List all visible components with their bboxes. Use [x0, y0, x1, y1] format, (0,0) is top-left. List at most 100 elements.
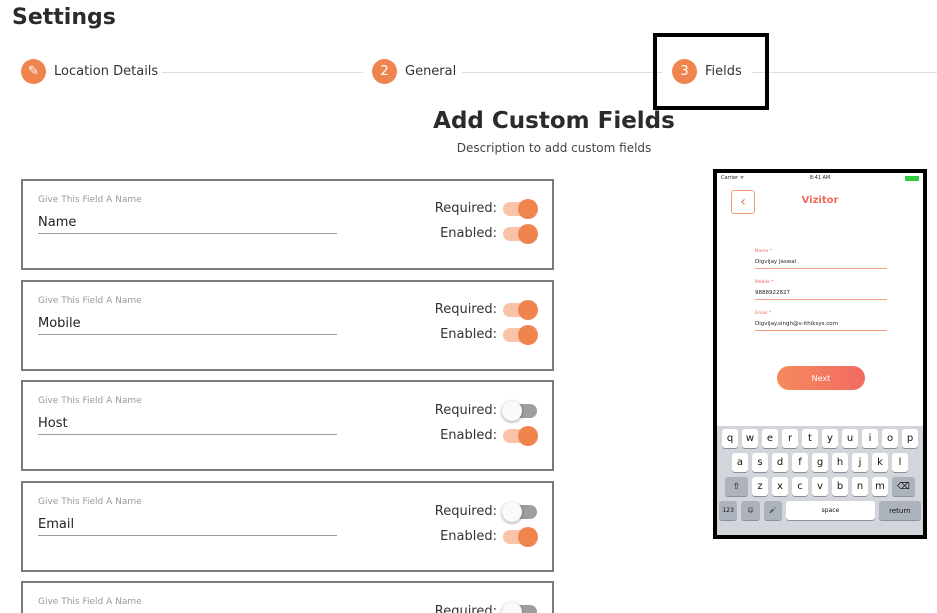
- keyboard-key: h: [832, 453, 848, 472]
- numbers-key: 123: [719, 501, 738, 520]
- keyboard-key: t: [802, 429, 818, 448]
- keyboard-key: v: [812, 477, 828, 496]
- enabled-toggle-row: Enabled:: [440, 324, 538, 345]
- field-name-input[interactable]: [38, 413, 337, 435]
- mobile-preview: Carrier ᯤ 8:41 AM ‹ Vizitor Name * Digvi…: [713, 169, 927, 539]
- custom-field-card: Give This Field A Name Required:: [21, 581, 554, 613]
- field-name-input[interactable]: [38, 313, 337, 335]
- field-name-input[interactable]: [38, 514, 337, 536]
- keyboard-key: y: [822, 429, 838, 448]
- keyboard-key: a: [732, 453, 748, 472]
- keyboard-key: q: [722, 429, 738, 448]
- step-label: Location Details: [54, 64, 159, 79]
- keyboard-key: k: [872, 453, 888, 472]
- keyboard-key: r: [782, 429, 798, 448]
- preview-field-value: Digvijay.singh@v-ithiksys.com: [755, 321, 887, 331]
- section-title: Add Custom Fields: [433, 108, 675, 134]
- required-toggle-row: Required:: [434, 501, 537, 522]
- keyboard-key: j: [852, 453, 868, 472]
- enabled-label: Enabled:: [440, 327, 497, 342]
- keyboard-row: a s d f g h j k l: [717, 453, 923, 472]
- step-number-badge: 2: [372, 59, 397, 84]
- required-label: Required:: [434, 403, 497, 418]
- keyboard-key: w: [742, 429, 758, 448]
- stepper-connector: [752, 72, 937, 73]
- field-name-caption: Give This Field A Name: [38, 597, 142, 607]
- keyboard-key: d: [772, 453, 788, 472]
- shift-icon: ⇧: [725, 477, 748, 496]
- required-toggle[interactable]: [502, 400, 537, 421]
- keyboard-key: u: [842, 429, 858, 448]
- preview-field: Name * Digvijay Jaswal: [755, 249, 887, 269]
- step-general[interactable]: 2 General: [372, 59, 456, 84]
- section-description: Description to add custom fields: [456, 141, 652, 155]
- pencil-icon: ✎: [21, 59, 46, 84]
- required-toggle-row: Required:: [434, 400, 537, 421]
- keyboard-key: f: [792, 453, 808, 472]
- keyboard-key: o: [882, 429, 898, 448]
- custom-field-card: Give This Field A Name Required: Enabled…: [21, 481, 554, 572]
- preview-field-value: Digvijay Jaswal: [755, 259, 887, 269]
- enabled-label: Enabled:: [440, 428, 497, 443]
- keyboard-key: i: [862, 429, 878, 448]
- field-name-input[interactable]: [38, 212, 337, 234]
- step-location-details[interactable]: ✎ Location Details: [21, 59, 158, 84]
- emoji-icon: ☺: [741, 501, 760, 520]
- stepper-connector: [462, 72, 662, 73]
- space-key: space: [786, 501, 875, 520]
- keyboard-key: s: [752, 453, 768, 472]
- custom-field-card: Give This Field A Name Required: Enabled…: [21, 380, 554, 471]
- keyboard-key: g: [812, 453, 828, 472]
- clock-label: 8:41 AM: [809, 175, 831, 181]
- preview-field-label: Email *: [755, 311, 772, 316]
- preview-next-button: Next: [777, 366, 865, 390]
- keyboard-key: c: [792, 477, 808, 496]
- page-title: Settings: [12, 5, 116, 30]
- keyboard-key: n: [852, 477, 868, 496]
- keyboard-key: x: [772, 477, 788, 496]
- battery-icon: [905, 176, 919, 181]
- keyboard-key: l: [892, 453, 908, 472]
- preview-field: Mobile * 9888922827: [755, 280, 887, 300]
- required-label: Required:: [434, 604, 497, 613]
- keyboard-row: ⇧ z x c v b n m ⌫: [717, 477, 923, 496]
- preview-field-label: Name *: [755, 249, 772, 254]
- custom-field-card: Give This Field A Name Required: Enabled…: [21, 179, 554, 270]
- field-name-caption: Give This Field A Name: [38, 195, 142, 205]
- step-label: General: [405, 64, 457, 79]
- stepper-connector: [162, 72, 363, 73]
- keyboard-key: b: [832, 477, 848, 496]
- keyboard-key: p: [902, 429, 918, 448]
- field-name-caption: Give This Field A Name: [38, 396, 142, 406]
- keyboard-key: m: [872, 477, 888, 496]
- keyboard-row: 123 ☺ 🎤 space return: [717, 501, 923, 520]
- enabled-toggle-row: Enabled:: [440, 223, 538, 244]
- custom-field-card: Give This Field A Name Required: Enabled…: [21, 280, 554, 371]
- required-label: Required:: [434, 504, 497, 519]
- delete-icon: ⌫: [892, 477, 915, 496]
- preview-field-value: 9888922827: [755, 290, 887, 300]
- required-toggle[interactable]: [503, 198, 538, 219]
- active-step-highlight: [653, 33, 769, 110]
- return-key: return: [878, 501, 922, 520]
- microphone-icon: 🎤: [763, 501, 783, 520]
- required-toggle-row: Required:: [435, 299, 538, 320]
- preview-field-label: Mobile *: [755, 280, 774, 285]
- enabled-toggle[interactable]: [503, 425, 538, 446]
- required-toggle-row: Required:: [434, 601, 537, 613]
- enabled-label: Enabled:: [440, 529, 497, 544]
- enabled-toggle[interactable]: [503, 223, 538, 244]
- status-bar: Carrier ᯤ 8:41 AM: [721, 175, 919, 183]
- on-screen-keyboard: q w e r t y u i o p a s d f g h j k l ⇧ …: [717, 426, 923, 535]
- required-toggle-row: Required:: [435, 198, 538, 219]
- required-toggle[interactable]: [502, 501, 537, 522]
- enabled-toggle[interactable]: [503, 324, 538, 345]
- enabled-label: Enabled:: [440, 226, 497, 241]
- enabled-toggle-row: Enabled:: [440, 425, 538, 446]
- required-toggle[interactable]: [502, 601, 537, 613]
- enabled-toggle[interactable]: [503, 526, 538, 547]
- required-toggle[interactable]: [503, 299, 538, 320]
- field-name-caption: Give This Field A Name: [38, 296, 142, 306]
- enabled-toggle-row: Enabled:: [440, 526, 538, 547]
- app-title: Vizitor: [801, 195, 839, 206]
